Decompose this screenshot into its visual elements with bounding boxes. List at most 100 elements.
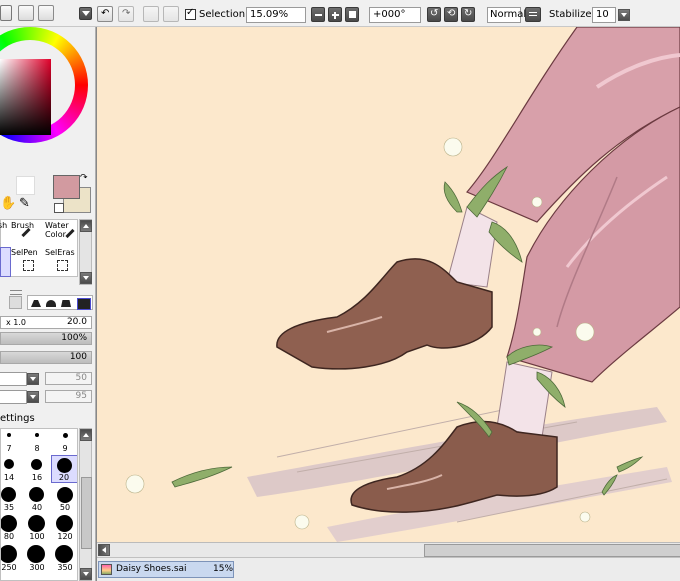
document-tab[interactable]: Daisy Shoes.sai 15%	[98, 561, 234, 578]
blend-mode-field[interactable]: Normal	[487, 7, 526, 23]
field-b[interactable]: 95	[45, 390, 92, 403]
field-a-value: 50	[75, 373, 87, 383]
brush-size-300[interactable]: 300	[25, 545, 49, 572]
brush-size-16[interactable]: 16	[25, 459, 49, 483]
primary-color-swatch[interactable]	[53, 175, 80, 199]
field-a[interactable]: 50	[45, 372, 92, 385]
zoom-value: 15.09%	[250, 9, 289, 20]
blend-dropdown-a[interactable]	[0, 372, 27, 386]
brush-size-100[interactable]: 100	[25, 515, 49, 541]
density-value: 100%	[61, 333, 87, 343]
min-size-slider[interactable]: 100	[0, 351, 92, 364]
brush-size-label: 35	[3, 503, 15, 512]
density-slider[interactable]: 100%	[0, 332, 92, 345]
panel-layout-button-1[interactable]	[0, 5, 12, 21]
leaf	[443, 181, 463, 213]
brush-size-35[interactable]: 35	[1, 487, 21, 512]
stabilizer-value: 10	[596, 9, 609, 20]
brush-size-350[interactable]: 350	[53, 545, 77, 572]
panel-menu-button[interactable]	[79, 7, 92, 20]
plus-icon-vertical	[334, 12, 336, 19]
rotate-right-button[interactable]: ↻	[461, 7, 475, 22]
redo-button[interactable]: ↷	[118, 6, 134, 22]
reset-colors-icon[interactable]	[54, 203, 64, 213]
tool-selpen[interactable]: SelPen	[11, 247, 43, 275]
flip-icon	[529, 12, 537, 13]
tool-grid: sh Brush Water Color SelPen SelEras	[0, 219, 78, 277]
invert-selection-button[interactable]	[163, 6, 179, 22]
min-size-value: 100	[69, 352, 87, 362]
saturation-value-square[interactable]	[0, 59, 51, 135]
selpen-icon	[23, 260, 34, 271]
hand-icon[interactable]: ✋	[0, 196, 16, 211]
rotation-value: +000°	[373, 9, 406, 20]
brush-size-label: 120	[57, 532, 73, 541]
brush-size-label: 300	[29, 563, 45, 572]
zoom-reset-button[interactable]	[345, 7, 359, 22]
brush-dot	[1, 487, 16, 502]
panel-divider-grip[interactable]	[10, 290, 22, 295]
shape-flat-icon[interactable]	[31, 300, 41, 307]
brush-size-8[interactable]: 8	[25, 431, 49, 455]
brush-shape-toggle[interactable]	[9, 296, 22, 309]
scroll-up-button[interactable]	[80, 220, 92, 232]
brush-size-40[interactable]: 40	[25, 487, 49, 512]
brush-size-120[interactable]: 120	[53, 515, 77, 541]
brush-dot	[56, 515, 73, 532]
brush-size-9[interactable]: 9	[53, 431, 77, 455]
scrollbar-thumb[interactable]	[81, 477, 92, 549]
checkmark-icon: ✓	[186, 7, 195, 18]
brush-size-7[interactable]: 7	[1, 431, 21, 455]
shape-square-icon[interactable]	[77, 298, 91, 310]
document-thumbnail-icon	[101, 564, 112, 575]
undo-button[interactable]: ↶	[97, 6, 113, 22]
selection-checkbox[interactable]: ✓	[185, 7, 196, 20]
swap-colors-icon[interactable]: ↷	[80, 173, 88, 183]
brush-size-label: 14	[3, 473, 15, 482]
blend-dropdown-a-button[interactable]	[27, 373, 39, 385]
square-icon	[349, 11, 356, 18]
tool-watercolor[interactable]: Water Color	[45, 220, 79, 246]
brush-size-20-selected[interactable]: 20	[51, 455, 77, 483]
document-zoom: 15%	[213, 564, 234, 574]
brush-size-slider[interactable]: x 1.0 20.0	[0, 316, 92, 329]
panel-layout-button-3[interactable]	[38, 5, 54, 21]
deselect-button[interactable]	[143, 6, 159, 22]
rotate-reset-button[interactable]: ⟲	[444, 7, 458, 22]
eyedropper-icon[interactable]: ✎	[19, 196, 30, 211]
zoom-in-button[interactable]	[328, 7, 342, 22]
tool-sh-label: sh	[0, 221, 8, 230]
brush-size-14[interactable]: 14	[1, 459, 21, 483]
undo-icon: ↶	[101, 8, 110, 19]
canvas-area[interactable]	[97, 27, 680, 542]
brush-dot	[7, 433, 11, 437]
rotation-field[interactable]: +000°	[369, 7, 421, 23]
tool-seleras[interactable]: SelEras	[45, 247, 77, 275]
tool-selected-slot[interactable]	[0, 247, 11, 277]
canvas-horizontal-scrollbar[interactable]	[97, 542, 680, 557]
brush-size-250[interactable]: 250	[1, 545, 21, 572]
blend-dropdown-b[interactable]	[0, 390, 27, 404]
zoom-out-button[interactable]	[311, 7, 325, 22]
panel-layout-button-2[interactable]	[18, 5, 34, 21]
tool-watercolor-label-2: Color	[45, 230, 66, 239]
tool-brush[interactable]: Brush	[11, 220, 43, 246]
scrollbar-thumb[interactable]	[424, 544, 680, 557]
brush-grid-scrollbar[interactable]	[79, 428, 92, 581]
scroll-down-button[interactable]	[80, 272, 92, 284]
scroll-down-button[interactable]	[80, 568, 92, 580]
zoom-field[interactable]: 15.09%	[246, 7, 306, 23]
shape-round-icon[interactable]	[46, 300, 56, 307]
blend-dropdown-b-button[interactable]	[27, 391, 39, 403]
tool-grid-scrollbar[interactable]	[79, 219, 92, 285]
stabilizer-field[interactable]: 10	[592, 7, 616, 23]
scroll-left-button[interactable]	[98, 544, 110, 556]
scroll-up-button[interactable]	[80, 429, 92, 441]
shape-soft-icon[interactable]	[61, 300, 71, 307]
rotate-left-button[interactable]: ↺	[427, 7, 441, 22]
daisy-flower	[579, 511, 591, 523]
stabilizer-dropdown-button[interactable]	[618, 9, 630, 21]
brush-size-50[interactable]: 50	[53, 487, 77, 512]
brush-size-80[interactable]: 80	[1, 515, 21, 541]
flip-button[interactable]	[525, 7, 541, 22]
